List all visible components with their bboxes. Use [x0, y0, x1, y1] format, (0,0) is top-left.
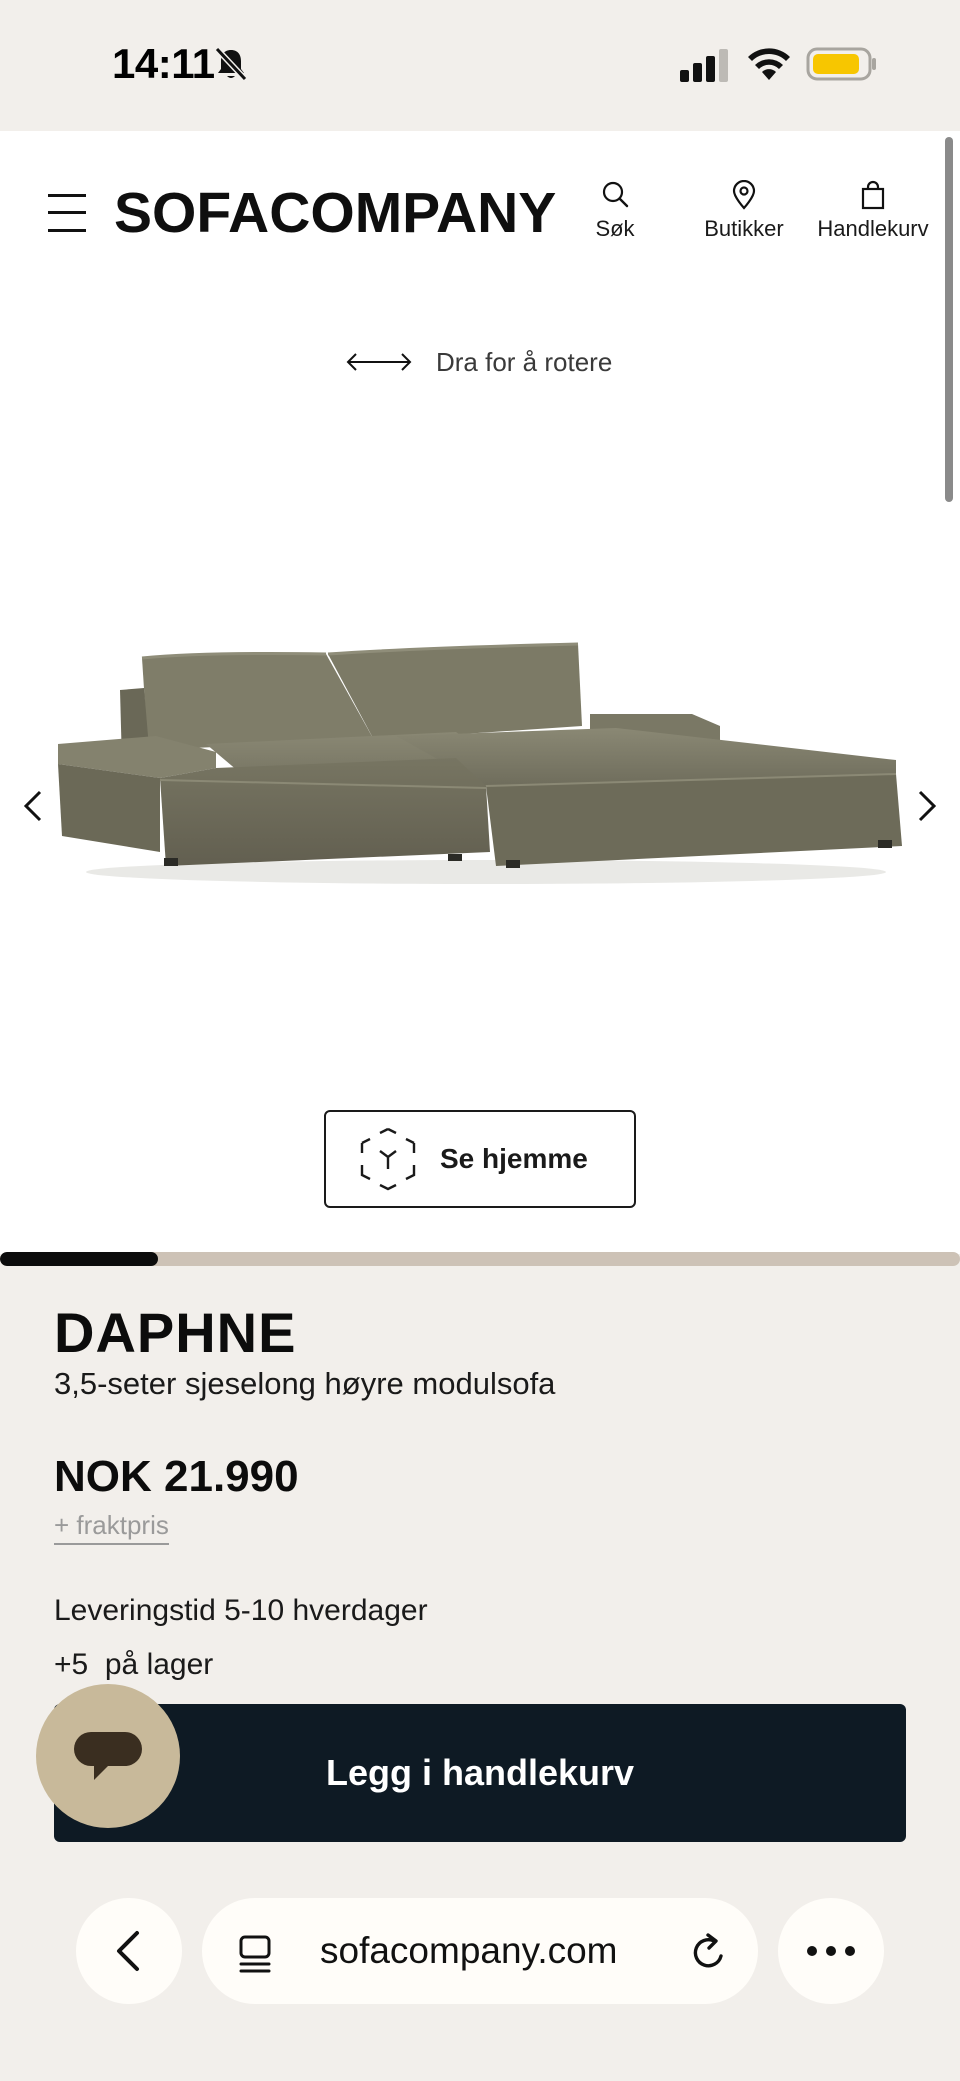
- chevron-left-icon: [117, 1931, 139, 1971]
- view-in-room-label: Se hjemme: [440, 1143, 588, 1174]
- chevron-right-icon[interactable]: [906, 786, 946, 826]
- shipping-price-link[interactable]: + fraktpris: [54, 1510, 169, 1545]
- tabs-icon: [239, 1935, 271, 1973]
- nav-stores-label: Butikker: [704, 216, 784, 241]
- browser-address-bar[interactable]: sofacompany.com: [202, 1898, 758, 2004]
- stock-status: +5 på lager: [54, 1648, 214, 1681]
- shopping-bag-icon: [861, 180, 885, 210]
- rotate-hint-text: Dra for å rotere: [436, 346, 613, 377]
- product-image-sofa[interactable]: [56, 640, 906, 890]
- battery-icon: [806, 47, 876, 81]
- add-to-cart-label: Legg i handlekurv: [325, 1752, 635, 1793]
- nav-stores[interactable]: Butikker: [696, 180, 792, 242]
- product-price: NOK 21.990: [54, 1452, 299, 1501]
- chat-icon: [74, 1732, 142, 1780]
- nav-search[interactable]: Søk: [590, 180, 640, 242]
- browser-more-button[interactable]: [778, 1898, 884, 2004]
- product-subtitle: 3,5-seter sjeselong høyre modulsofa: [54, 1366, 556, 1401]
- wifi-icon: [748, 48, 790, 80]
- chevron-left-icon[interactable]: [14, 786, 54, 826]
- menu-icon[interactable]: [48, 192, 86, 234]
- view-in-room-button[interactable]: Se hjemme: [324, 1110, 636, 1208]
- chat-button[interactable]: [36, 1684, 180, 1828]
- location-pin-icon: [732, 180, 756, 210]
- product-name: DAPHNE: [54, 1301, 297, 1364]
- add-to-cart-button[interactable]: Legg i handlekurv: [54, 1704, 906, 1842]
- gallery-progress-bar: [0, 1252, 960, 1266]
- delivery-time: Leveringstid 5-10 hverdager: [54, 1594, 428, 1627]
- double-arrow-icon: [346, 353, 412, 371]
- cellular-signal-icon: [680, 49, 728, 82]
- nav-search-label: Søk: [595, 216, 635, 241]
- page-scrollbar[interactable]: [945, 137, 953, 502]
- ar-cube-icon: [360, 1127, 416, 1191]
- nav-cart[interactable]: Handlekurv: [812, 180, 934, 242]
- reload-icon[interactable]: [690, 1932, 728, 1972]
- gallery-progress-fill: [0, 1252, 159, 1266]
- rotate-hint: Dra for å rotere: [346, 342, 612, 382]
- browser-back-button[interactable]: [76, 1898, 182, 2004]
- site-logo[interactable]: SOFACOMPANY: [114, 180, 556, 246]
- status-time: 14:11: [112, 40, 215, 87]
- bell-off-icon: [214, 46, 248, 82]
- browser-url: sofacompany.com: [320, 1930, 618, 1971]
- status-bar: 14:11: [0, 0, 960, 131]
- nav-cart-label: Handlekurv: [817, 216, 929, 241]
- search-icon: [602, 181, 629, 208]
- more-dots-icon: [807, 1946, 855, 1956]
